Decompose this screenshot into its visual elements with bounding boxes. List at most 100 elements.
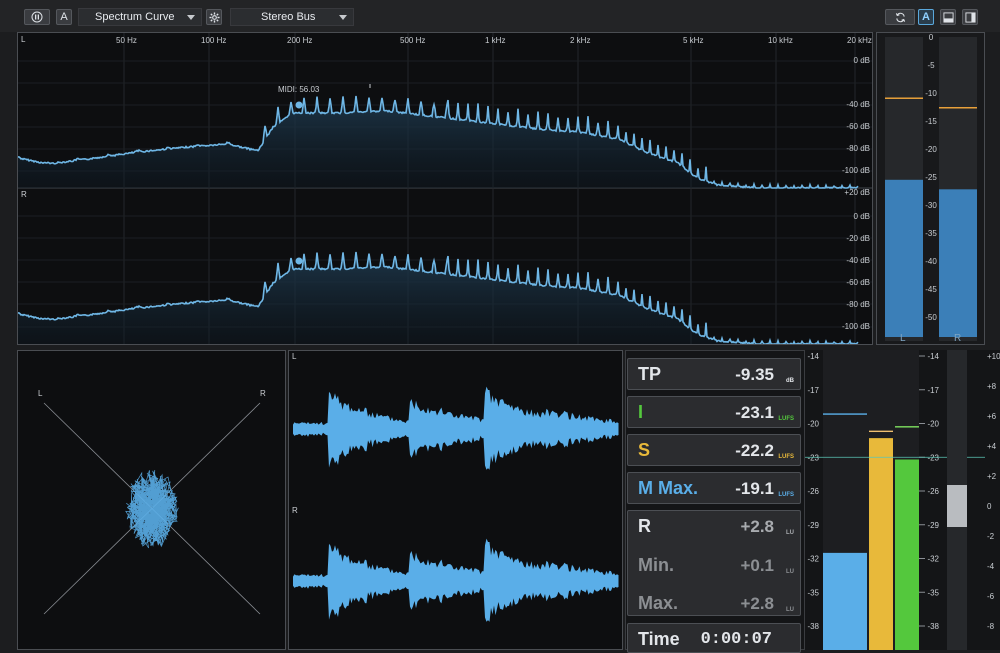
mmax-value: -19.1: [735, 479, 774, 498]
a-right-button[interactable]: A: [918, 9, 934, 25]
r-unit: LU: [786, 530, 794, 536]
layout-side-button[interactable]: [962, 9, 978, 25]
cursor-marker-left[interactable]: [295, 101, 303, 109]
loudness-scale-label: -20: [927, 420, 939, 429]
chevron-down-icon: [187, 15, 195, 20]
frequency-axis: 50 Hz 100 Hz 200 Hz 500 Hz 1 kHz 2 kHz 5 kHz 10…: [116, 36, 872, 45]
a-right-label: A: [922, 11, 930, 23]
momentary-bar: [823, 552, 867, 650]
loudness-scale-label: -38: [807, 622, 819, 631]
waveform-left: [293, 386, 619, 470]
loudness-scale-label: -23: [807, 453, 819, 462]
pause-button[interactable]: [24, 9, 50, 25]
level-scale-label: -40: [925, 257, 937, 266]
range-scale-label: 0: [987, 502, 992, 511]
level-meter: 0 -5 -10 -15 -20 -25 -30 -35 -40 -45 -50 L R: [885, 33, 977, 344]
level-scale-label: -15: [925, 117, 937, 126]
cursor-marker-right[interactable]: [295, 257, 303, 265]
freq-label: 200 Hz: [287, 36, 312, 45]
max-label: Max.: [638, 593, 679, 613]
range-scale: +10 +8 +6 +4 +2 0 -2 -4 -6 -8: [987, 352, 1000, 631]
time-value: 0:00:07: [700, 630, 772, 649]
freq-label: 10 kHz: [768, 36, 793, 45]
max-unit: LU: [786, 607, 794, 613]
short-term-bar: [869, 438, 893, 650]
range-scale-label: +2: [987, 472, 997, 481]
loudness-scale-label: -20: [807, 420, 819, 429]
level-scale: 0 -5 -10 -15 -20 -25 -30 -35 -40 -45 -50: [925, 33, 937, 322]
max-value: +2.8: [740, 594, 774, 613]
vectorscope-label-left: L: [38, 389, 43, 398]
loudness-scale-label: -14: [807, 352, 819, 361]
level-scale-label: -20: [925, 145, 937, 154]
level-scale-label: -35: [925, 229, 937, 238]
min-value: +0.1: [740, 556, 774, 575]
i-label: I: [638, 402, 644, 422]
level-scale-label: -50: [925, 313, 937, 322]
freq-label: 5 kHz: [683, 36, 703, 45]
range-scale-label: -2: [987, 532, 995, 541]
vectorscope-label-right: R: [260, 389, 266, 398]
db-label: -100 dB: [842, 322, 870, 331]
range-scale-label: +6: [987, 412, 997, 421]
spectrum-area-left: [18, 96, 858, 188]
vectorscope-trace: [125, 470, 179, 549]
vectorscope-panel: L R: [17, 350, 286, 650]
pause-icon: [31, 11, 43, 23]
r-value: +2.8: [740, 517, 774, 536]
level-scale-label: 0: [929, 33, 934, 42]
loudness-scale-label: -23: [927, 453, 939, 462]
meter-label-right: R: [954, 333, 961, 344]
db-label: +20 dB: [844, 188, 870, 197]
meter-bar-right: [939, 189, 977, 337]
channel-label-right: R: [21, 190, 27, 199]
i-value: -23.1: [735, 403, 774, 422]
peak-marker-right: [939, 107, 977, 109]
s-label: S: [638, 440, 651, 460]
freq-label: 2 kHz: [570, 36, 590, 45]
view-select-value: Spectrum Curve: [95, 11, 175, 23]
loudness-scale-label: -17: [927, 386, 939, 395]
layout-side-icon: [964, 11, 976, 23]
spectrum-panel[interactable]: L R MIDI: 56.03 50 Hz 100 Hz 200 Hz 500 Hz 1…: [17, 32, 873, 345]
bus-select-value: Stereo Bus: [261, 11, 316, 23]
tp-unit: dB: [786, 378, 794, 384]
sync-icon: [895, 12, 905, 22]
layout-bottom-button[interactable]: [940, 9, 956, 25]
s-readout: S -22.2 LUFS: [627, 434, 801, 466]
level-meter-panel: 0 -5 -10 -15 -20 -25 -30 -35 -40 -45 -50 L R: [876, 32, 985, 345]
loudness-scale-label: -14: [927, 352, 939, 361]
loudness-scale-label: -38: [927, 622, 939, 631]
settings-button[interactable]: [206, 9, 222, 25]
a-button[interactable]: A: [56, 9, 72, 25]
spectrum-graph[interactable]: L R MIDI: 56.03 50 Hz 100 Hz 200 Hz 500 Hz 1…: [18, 33, 872, 344]
tp-label: TP: [638, 364, 662, 384]
tp-value: -9.35: [735, 365, 774, 384]
loudness-scale-left: -14 -17 -20 -23 -26 -29 -32 -35 -38: [807, 352, 819, 631]
bus-select[interactable]: Stereo Bus: [230, 8, 354, 26]
db-label: -40 dB: [846, 256, 870, 265]
level-scale-label: -45: [925, 285, 937, 294]
loudness-scale-label: -26: [807, 487, 819, 496]
time-label: Time: [638, 629, 680, 649]
db-label: -80 dB: [846, 300, 870, 309]
level-scale-label: -5: [927, 61, 935, 70]
peak-marker-left: [885, 97, 923, 99]
layout-bottom-icon: [942, 11, 954, 23]
db-label: -80 dB: [846, 144, 870, 153]
loudness-scale-label: -35: [807, 588, 819, 597]
loudness-scale-right: -14 -17 -20 -23 -26 -29 -32 -35 -38: [919, 352, 940, 631]
freq-label: 1 kHz: [485, 36, 505, 45]
r-label: R: [638, 516, 651, 536]
view-select[interactable]: Spectrum Curve: [78, 8, 202, 26]
min-unit: LU: [786, 569, 794, 575]
meter-bar-left: [885, 179, 923, 337]
level-scale-label: -10: [925, 89, 937, 98]
chevron-down-icon: [339, 15, 347, 20]
i-unit: LUFS: [778, 416, 794, 422]
loudness-scale-label: -32: [927, 555, 939, 564]
loudness-scale-label: -26: [927, 487, 939, 496]
range-readout: R +2.8 LU Min. +0.1 LU Max. +2.8 LU: [627, 510, 801, 616]
sync-button[interactable]: [885, 9, 915, 25]
gear-icon: [208, 11, 220, 23]
